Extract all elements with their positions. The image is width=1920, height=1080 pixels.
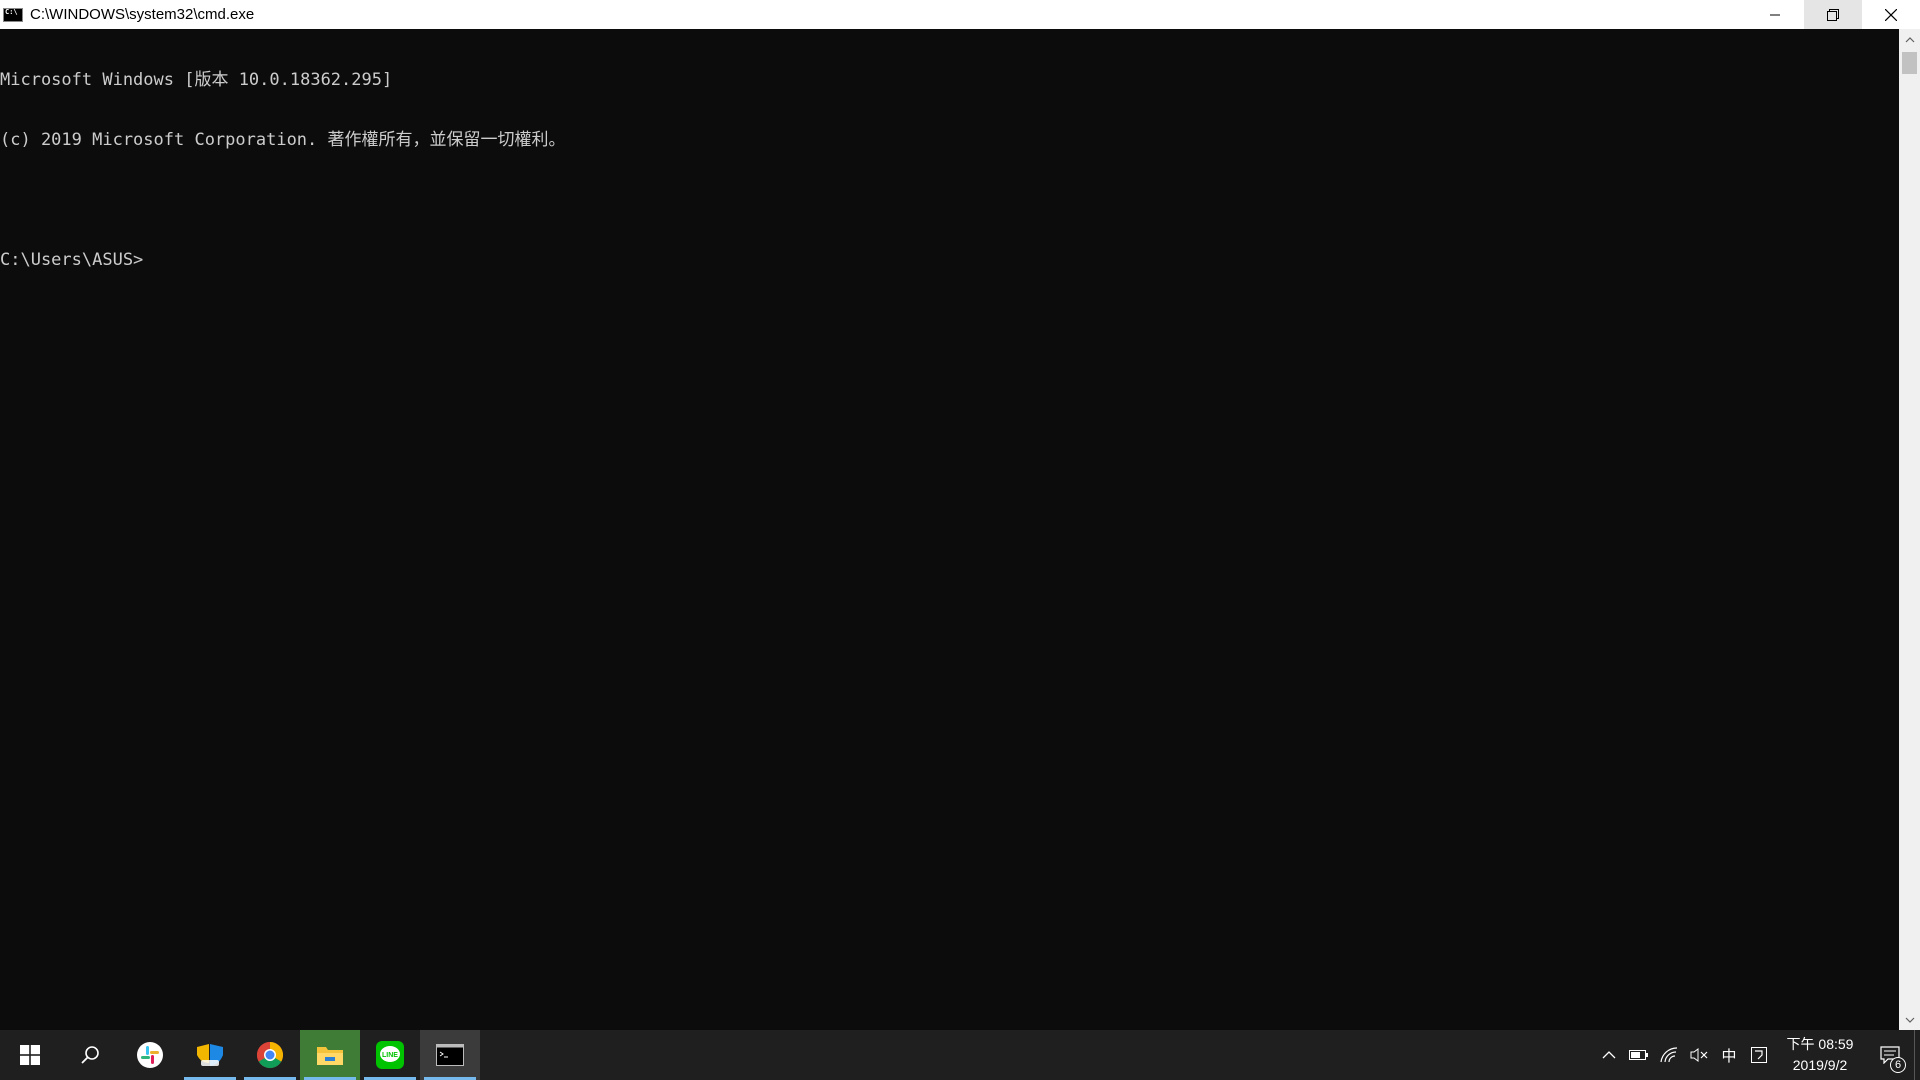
console-line: (c) 2019 Microsoft Corporation. 著作權所有，並保… (0, 130, 566, 150)
minimize-button[interactable] (1746, 0, 1804, 29)
show-hidden-icons-button[interactable] (1594, 1030, 1624, 1080)
chevron-down-icon (1905, 1017, 1914, 1023)
volume-button[interactable] (1684, 1030, 1714, 1080)
window-title: C:\WINDOWS\system32\cmd.exe (30, 6, 255, 23)
clock-date: 2019/9/2 (1792, 1057, 1848, 1073)
battery-icon (1629, 1050, 1648, 1060)
security-icon (197, 1044, 223, 1066)
search-icon (81, 1046, 99, 1064)
start-button[interactable] (0, 1030, 60, 1080)
windows-logo-icon (20, 1045, 40, 1065)
input-method-button[interactable]: 中 (1714, 1030, 1744, 1080)
taskbar-file-explorer[interactable] (300, 1030, 360, 1080)
notification-count-badge: 6 (1890, 1057, 1906, 1073)
search-button[interactable] (60, 1030, 120, 1080)
vertical-scrollbar[interactable] (1899, 29, 1920, 1030)
console-output[interactable]: Microsoft Windows [版本 10.0.18362.295] (c… (0, 29, 1899, 1030)
taskbar: LINE 中 下午 08:59 2019/9/2 6 (0, 1030, 1920, 1080)
scroll-up-button[interactable] (1899, 29, 1920, 50)
console-line: Microsoft Windows [版本 10.0.18362.295] (0, 70, 393, 90)
taskbar-chrome[interactable] (240, 1030, 300, 1080)
ime-mode-icon (1751, 1047, 1767, 1063)
slack-icon (137, 1042, 163, 1068)
wifi-icon (1660, 1047, 1678, 1063)
clock-time: 下午 08:59 (1786, 1036, 1854, 1052)
restore-button[interactable] (1804, 0, 1862, 29)
scroll-down-button[interactable] (1899, 1009, 1920, 1030)
battery-button[interactable] (1624, 1030, 1654, 1080)
restore-icon (1827, 8, 1839, 21)
action-center-button[interactable]: 6 (1866, 1030, 1914, 1080)
cmd-icon (436, 1044, 464, 1066)
clock[interactable]: 下午 08:59 2019/9/2 (1774, 1034, 1866, 1076)
system-tray: 中 下午 08:59 2019/9/2 6 (1594, 1030, 1920, 1080)
scroll-thumb[interactable] (1902, 52, 1917, 74)
close-icon (1885, 8, 1897, 21)
line-icon: LINE (376, 1041, 404, 1069)
title-bar[interactable]: C:\WINDOWS\system32\cmd.exe (0, 0, 1920, 29)
taskbar-line[interactable]: LINE (360, 1030, 420, 1080)
network-button[interactable] (1654, 1030, 1684, 1080)
taskbar-security-app[interactable] (180, 1030, 240, 1080)
close-button[interactable] (1862, 0, 1920, 29)
show-desktop-button[interactable] (1914, 1030, 1920, 1080)
chrome-icon (256, 1041, 284, 1069)
minimize-icon (1769, 14, 1780, 16)
chevron-up-icon (1602, 1051, 1616, 1059)
svg-text:LINE: LINE (382, 1052, 398, 1059)
cmd-app-icon[interactable] (3, 7, 23, 22)
ime-mode-button[interactable] (1744, 1030, 1774, 1080)
chevron-up-icon (1905, 36, 1914, 42)
taskbar-slack[interactable] (120, 1030, 180, 1080)
volume-muted-icon (1690, 1048, 1708, 1062)
folder-icon (317, 1047, 343, 1065)
taskbar-cmd[interactable] (420, 1030, 480, 1080)
console-prompt[interactable]: C:\Users\ASUS> (0, 250, 1899, 270)
